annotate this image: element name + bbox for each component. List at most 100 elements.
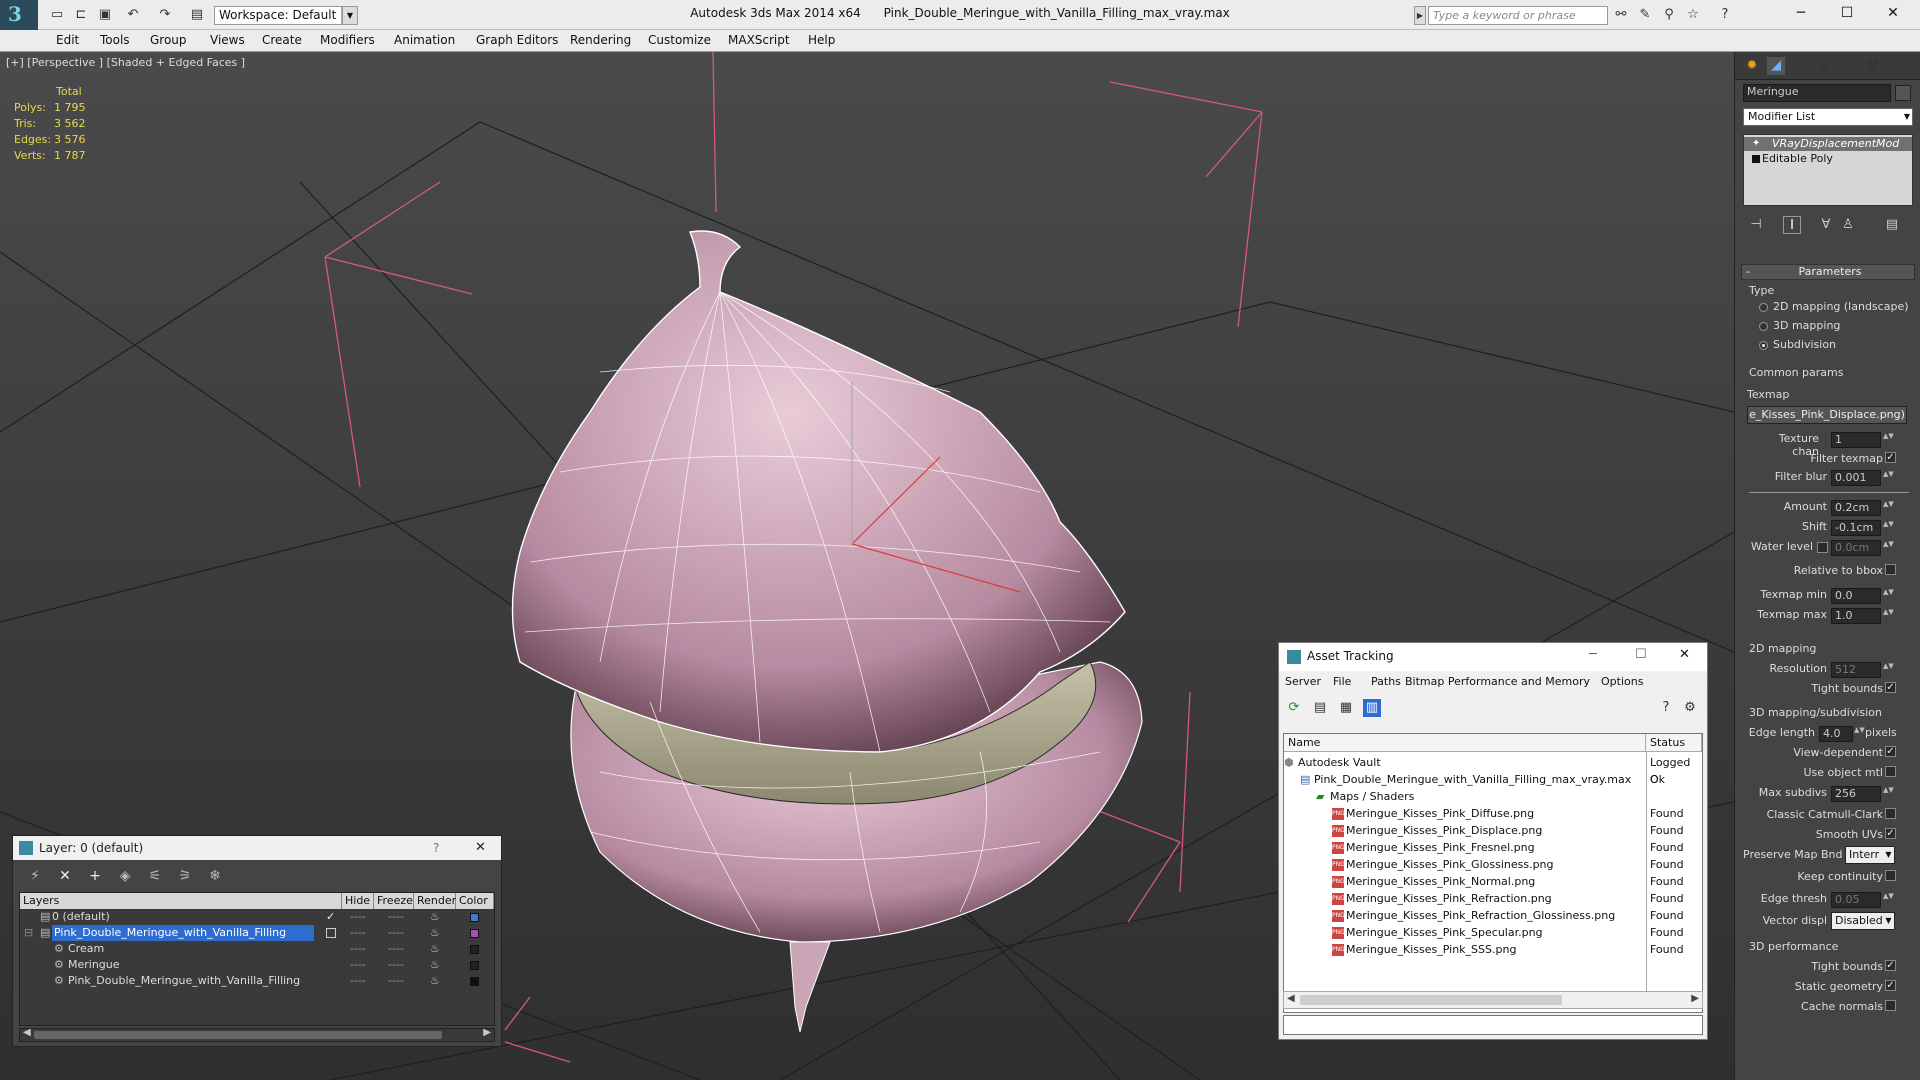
asset-row[interactable]: PNG Meringue_Kisses_Pink_Fresnel.png Found xyxy=(1284,839,1702,856)
cache-normals-checkbox[interactable] xyxy=(1885,1000,1896,1011)
spinner-icon[interactable]: ▲▼ xyxy=(1883,540,1894,556)
amount-input[interactable]: 0.2cm xyxy=(1831,500,1881,516)
search-expand-icon[interactable]: ▶ xyxy=(1414,6,1426,25)
layer-horizontal-scrollbar[interactable]: ◀ ▶ xyxy=(19,1027,495,1042)
subscription-icon[interactable]: ✎ xyxy=(1636,6,1654,24)
menu-group[interactable]: Group xyxy=(150,33,187,47)
menu-tools[interactable]: Tools xyxy=(100,33,130,47)
shift-input[interactable]: -0.1cm xyxy=(1831,520,1881,536)
object-name[interactable]: Cream xyxy=(68,941,104,957)
water-level-checkbox[interactable] xyxy=(1817,542,1828,553)
asset-menu-bitmap[interactable]: Bitmap Performance and Memory xyxy=(1405,675,1590,688)
render-teapot-icon[interactable]: ♨ xyxy=(430,973,440,989)
stack-item-editable-poly[interactable]: Editable Poly xyxy=(1744,152,1912,166)
render-teapot-icon[interactable]: ♨ xyxy=(430,941,440,957)
edge-thresh-input[interactable]: 0.05 xyxy=(1831,892,1881,908)
workspace-dropdown[interactable]: Workspace: Default ▼ xyxy=(214,6,358,25)
maximize-button[interactable]: ☐ xyxy=(1635,647,1647,662)
layer-name[interactable]: 0 (default) xyxy=(52,909,110,925)
redo-icon[interactable]: ↷ xyxy=(156,6,174,24)
select-objects-icon[interactable]: ◈ xyxy=(115,866,135,886)
layer-row[interactable]: ▤ 0 (default) ✓ ---- ---- ♨ xyxy=(20,909,494,925)
col-color[interactable]: Color xyxy=(456,893,494,909)
highlight-layer-icon[interactable]: ⚟ xyxy=(145,866,165,886)
classic-catmull-checkbox[interactable] xyxy=(1885,808,1896,819)
undo-icon[interactable]: ↶ xyxy=(124,6,142,24)
layer-row[interactable]: ⚙ Cream ---- ---- ♨ xyxy=(20,941,494,957)
scroll-thumb[interactable] xyxy=(1300,995,1562,1005)
asset-row[interactable]: PNG Meringue_Kisses_Pink_Displace.png Foun… xyxy=(1284,822,1702,839)
close-button[interactable]: ✕ xyxy=(1870,0,1916,28)
scroll-right-icon[interactable]: ▶ xyxy=(1691,993,1699,1004)
asset-menu-paths[interactable]: Paths xyxy=(1371,675,1401,688)
spinner-icon[interactable]: ▲▼ xyxy=(1883,470,1894,486)
spinner-icon[interactable]: ▲▼ xyxy=(1883,892,1894,908)
view-dependent-checkbox[interactable]: ✓ xyxy=(1885,746,1896,757)
freeze-toggle[interactable]: ---- xyxy=(388,957,404,973)
layer-name[interactable]: Pink_Double_Meringue_with_Vanilla_Fillin… xyxy=(52,925,314,941)
layer-row[interactable]: ⊟ ▤ Pink_Double_Meringue_with_Vanilla_Fi… xyxy=(20,925,494,941)
menu-views[interactable]: Views xyxy=(210,33,245,47)
communication-icon[interactable]: ⚲ xyxy=(1660,6,1678,24)
utilities-tab-icon[interactable]: ⚒ xyxy=(1863,57,1881,75)
scroll-left-icon[interactable]: ◀ xyxy=(1287,993,1295,1004)
binoculars-icon[interactable]: ⚯ xyxy=(1612,6,1630,24)
texmap-min-input[interactable]: 0.0 xyxy=(1831,588,1881,604)
modifier-list-dropdown[interactable]: Modifier List ▼ xyxy=(1743,108,1913,126)
asset-menu-server[interactable]: Server xyxy=(1285,675,1321,688)
col-render[interactable]: Render xyxy=(414,893,456,909)
stack-item-vray-displacement[interactable]: VRayDisplacementMod xyxy=(1744,137,1912,151)
freeze-toggle[interactable]: ---- xyxy=(388,925,404,941)
open-file-icon[interactable]: ⊏ xyxy=(72,6,90,24)
layer-color-swatch[interactable] xyxy=(470,913,479,922)
active-layer-check-icon[interactable]: ✓ xyxy=(326,909,335,925)
layer-window-titlebar[interactable]: Layer: 0 (default) ? ✕ xyxy=(13,836,501,860)
object-color-swatch[interactable] xyxy=(1895,85,1911,101)
water-level-input[interactable]: 0.0cm xyxy=(1831,540,1881,556)
col-status[interactable]: Status xyxy=(1646,734,1702,752)
menu-rendering[interactable]: Rendering xyxy=(570,33,631,47)
spinner-icon[interactable]: ▲▼ xyxy=(1883,786,1894,802)
hide-toggle[interactable]: ---- xyxy=(350,941,366,957)
thumbnail-view-icon[interactable]: ▦ xyxy=(1337,699,1355,717)
freeze-toggle[interactable]: ---- xyxy=(388,941,404,957)
layer-color-swatch[interactable] xyxy=(470,977,479,986)
asset-row[interactable]: ▰ Maps / Shaders xyxy=(1284,788,1702,805)
texture-chan-input[interactable]: 1 xyxy=(1831,432,1881,448)
layer-row[interactable]: ⚙ Pink_Double_Meringue_with_Vanilla_Fill… xyxy=(20,973,494,989)
layer-color-swatch[interactable] xyxy=(470,961,479,970)
asset-row[interactable]: ⬢ Autodesk Vault Logged O xyxy=(1284,754,1702,786)
asset-row[interactable]: PNG Meringue_Kisses_Pink_Refraction_Gloss… xyxy=(1284,907,1702,924)
settings-icon[interactable]: ⚙ xyxy=(1681,699,1699,717)
col-layers[interactable]: Layers xyxy=(20,893,342,909)
filter-texmap-checkbox[interactable]: ✓ xyxy=(1885,452,1896,463)
smooth-uvs-checkbox[interactable]: ✓ xyxy=(1885,828,1896,839)
list-view-icon[interactable]: ▤ xyxy=(1311,699,1329,717)
spinner-icon[interactable]: ▲▼ xyxy=(1883,520,1894,536)
asset-row[interactable]: PNG Meringue_Kisses_Pink_Diffuse.png Found xyxy=(1284,805,1702,822)
tight-bounds-checkbox[interactable]: ✓ xyxy=(1885,682,1896,693)
spinner-icon[interactable]: ▲▼ xyxy=(1854,726,1865,742)
hold-icon[interactable]: ▤ xyxy=(188,6,206,24)
scroll-left-icon[interactable]: ◀ xyxy=(23,1027,31,1038)
resolution-input[interactable]: 512 xyxy=(1831,662,1881,678)
spinner-icon[interactable]: ▲▼ xyxy=(1883,432,1894,448)
hide-toggle[interactable]: ---- xyxy=(350,925,366,941)
parameters-rollout[interactable]: - Parameters xyxy=(1741,264,1915,280)
spinner-icon[interactable]: ▲▼ xyxy=(1883,608,1894,624)
remove-modifier-icon[interactable]: ♙ xyxy=(1839,216,1857,234)
layer-row[interactable]: ⚙ Meringue ---- ---- ♨ xyxy=(20,957,494,973)
tight-bounds2-checkbox[interactable]: ✓ xyxy=(1885,960,1896,971)
refresh-icon[interactable]: ⟳ xyxy=(1285,699,1303,717)
filter-blur-input[interactable]: 0.001 xyxy=(1831,470,1881,486)
menu-create[interactable]: Create xyxy=(262,33,302,47)
search-input[interactable]: Type a keyword or phrase xyxy=(1428,6,1608,25)
use-object-mtl-checkbox[interactable] xyxy=(1885,766,1896,777)
new-file-icon[interactable]: ▭ xyxy=(48,6,66,24)
hide-toggle[interactable]: ---- xyxy=(350,909,366,925)
help-button[interactable]: ? xyxy=(433,836,439,860)
active-layer-checkbox[interactable] xyxy=(326,928,336,938)
maximize-button[interactable]: ☐ xyxy=(1824,0,1870,28)
create-layer-icon[interactable]: ⚡ xyxy=(25,866,45,886)
minimize-button[interactable]: ─ xyxy=(1778,0,1824,28)
